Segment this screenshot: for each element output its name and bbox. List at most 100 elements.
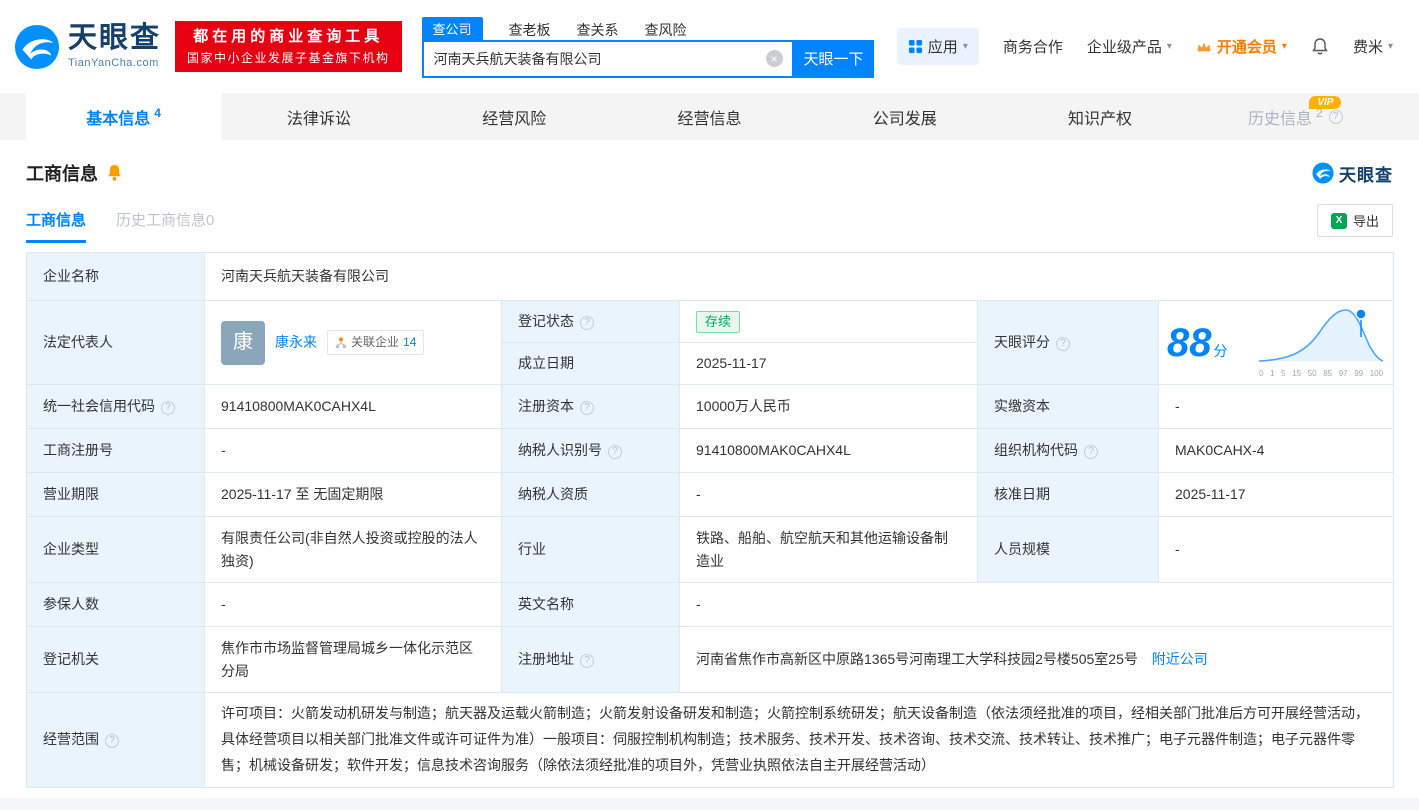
tab-operating-info[interactable]: 经营信息 bbox=[612, 93, 807, 140]
value-reg-authority: 焦作市市场监督管理局城乡一体化示范区分局 bbox=[204, 626, 502, 694]
score-chart: 015 15 50 85 97 99 100 bbox=[1257, 305, 1385, 380]
main-nav-tabs: 基本信息 4 法律诉讼 经营风险 经营信息 公司发展 知识产权 VIP 历史信息… bbox=[0, 93, 1419, 140]
label-business-term: 营业期限 bbox=[26, 472, 205, 518]
monitor-bell-icon[interactable] bbox=[106, 164, 123, 182]
search-tab-boss[interactable]: 查老板 bbox=[509, 20, 551, 40]
label-industry: 行业 bbox=[501, 516, 680, 584]
subtab-business-info[interactable]: 工商信息 bbox=[26, 209, 87, 243]
help-icon[interactable]: ? bbox=[580, 316, 594, 330]
value-est-date: 2025-11-17 bbox=[679, 342, 978, 386]
value-reg-status: 存续 bbox=[679, 299, 978, 344]
crown-icon bbox=[1197, 42, 1211, 51]
menu-open-vip[interactable]: 开通会员 ▾ bbox=[1196, 36, 1287, 57]
related-companies-badge[interactable]: 关联企业 14 bbox=[327, 329, 425, 356]
value-reg-capital: 10000万人民币 bbox=[679, 384, 978, 430]
logo-domain: TianYanCha.com bbox=[68, 57, 159, 69]
help-icon[interactable]: ? bbox=[608, 445, 622, 460]
search-box: × bbox=[421, 39, 794, 78]
excel-icon: X bbox=[1330, 212, 1347, 229]
label-staff-size: 人员规模 bbox=[977, 516, 1159, 584]
slogan-banner: 都在用的商业查询工具 国家中小企业发展子基金旗下机构 bbox=[175, 20, 402, 73]
score-pin-icon bbox=[1355, 308, 1367, 320]
value-staff-size: - bbox=[1157, 516, 1395, 584]
value-score: 88 分 015 15 50 85 97 99 100 bbox=[1157, 299, 1395, 386]
label-reg-address: 注册地址? bbox=[501, 626, 680, 694]
apps-menu-label: 应用 bbox=[927, 39, 958, 56]
menu-business-cooperation[interactable]: 商务合作 bbox=[1003, 36, 1063, 57]
header: 天眼查 TianYanCha.com 都在用的商业查询工具 国家中小企业发展子基… bbox=[0, 0, 1419, 93]
legal-rep-avatar[interactable]: 康 bbox=[221, 320, 265, 365]
help-icon[interactable]: ? bbox=[105, 734, 119, 749]
apps-menu[interactable]: 应用 ▾ bbox=[896, 28, 979, 65]
header-menu: 应用 ▾ 商务合作 企业级产品 ▾ 开通会员 ▾ 费米 ▾ bbox=[896, 28, 1393, 65]
section-header: 工商信息 天眼查 bbox=[0, 140, 1419, 186]
tianyancha-logo-icon bbox=[14, 24, 60, 69]
help-icon[interactable]: ? bbox=[1328, 109, 1343, 124]
label-reg-authority: 登记机关 bbox=[26, 626, 205, 694]
score-number: 88 分 bbox=[1167, 320, 1228, 365]
value-approval-date: 2025-11-17 bbox=[1157, 472, 1395, 518]
value-english-name: - bbox=[678, 582, 1395, 628]
label-reg-status: 登记状态? bbox=[501, 299, 680, 344]
user-menu[interactable]: 费米 ▾ bbox=[1353, 36, 1393, 57]
tab-count: 4 bbox=[154, 105, 161, 120]
help-icon[interactable]: ? bbox=[1056, 337, 1070, 352]
subtab-history-business-info[interactable]: 历史工商信息0 bbox=[116, 209, 214, 243]
sub-tabs: 工商信息 历史工商信息0 X 导出 bbox=[0, 186, 1419, 244]
label-reg-number: 工商注册号 bbox=[26, 428, 205, 474]
score-curve-chart bbox=[1259, 308, 1384, 362]
tianyancha-logo[interactable]: 天眼查 TianYanCha.com bbox=[14, 24, 161, 70]
search-button[interactable]: 天眼一下 bbox=[793, 39, 874, 78]
tab-history-info[interactable]: VIP 历史信息 2 ? bbox=[1198, 93, 1393, 140]
org-chart-icon bbox=[335, 337, 347, 348]
label-taxpayer-quality: 纳税人资质 bbox=[501, 472, 680, 518]
help-icon[interactable]: ? bbox=[1084, 445, 1098, 460]
value-org-code: MAK0CAHX-4 bbox=[1157, 428, 1395, 474]
label-business-scope: 经营范围? bbox=[26, 692, 205, 788]
vip-badge: VIP bbox=[1309, 96, 1342, 109]
value-taxpayer-quality: - bbox=[679, 472, 978, 518]
grid-icon bbox=[908, 39, 922, 54]
slogan-line1: 都在用的商业查询工具 bbox=[193, 27, 384, 45]
label-paid-capital: 实缴资本 bbox=[977, 384, 1159, 430]
notification-bell-icon[interactable] bbox=[1311, 37, 1329, 56]
score-axis: 015 15 50 85 97 99 100 bbox=[1259, 369, 1384, 378]
search-block: 查公司 查老板 查关系 查风险 × 天眼一下 bbox=[421, 16, 874, 78]
help-icon[interactable]: ? bbox=[161, 401, 175, 416]
help-icon[interactable]: ? bbox=[580, 401, 594, 416]
menu-enterprise-products[interactable]: 企业级产品 ▾ bbox=[1087, 36, 1172, 57]
label-est-date: 成立日期 bbox=[501, 342, 680, 386]
business-info-table: 企业名称 河南天兵航天装备有限公司 法定代表人 康 康永来 关联企业 14 登记… bbox=[26, 252, 1395, 788]
tab-company-development[interactable]: 公司发展 bbox=[807, 93, 1002, 140]
value-paid-capital: - bbox=[1157, 384, 1395, 430]
label-insured-count: 参保人数 bbox=[26, 582, 205, 628]
search-tab-relation[interactable]: 查关系 bbox=[577, 20, 619, 40]
search-tab-company[interactable]: 查公司 bbox=[421, 16, 483, 40]
export-button[interactable]: X 导出 bbox=[1316, 204, 1393, 237]
search-tabs: 查公司 查老板 查关系 查风险 bbox=[421, 16, 874, 40]
chevron-down-icon: ▾ bbox=[962, 41, 968, 52]
tab-intellectual-property[interactable]: 知识产权 bbox=[1002, 93, 1197, 140]
label-credit-code: 统一社会信用代码? bbox=[26, 384, 205, 430]
search-input[interactable] bbox=[423, 50, 766, 67]
help-icon[interactable]: ? bbox=[580, 654, 594, 669]
status-badge: 存续 bbox=[696, 311, 741, 333]
nearby-companies-link[interactable]: 附近公司 bbox=[1152, 651, 1208, 667]
clear-search-icon[interactable]: × bbox=[765, 50, 783, 67]
slogan-line2: 国家中小企业发展子基金旗下机构 bbox=[187, 50, 390, 65]
tab-operating-risk[interactable]: 经营风险 bbox=[417, 93, 612, 140]
value-reg-address: 河南省焦作市高新区中原路1365号河南理工大学科技园2号楼505室25号 附近公… bbox=[678, 626, 1395, 694]
tab-legal-proceedings[interactable]: 法律诉讼 bbox=[221, 93, 416, 140]
tab-basic-info[interactable]: 基本信息 4 bbox=[26, 93, 222, 140]
tianyancha-watermark: 天眼查 bbox=[1312, 161, 1393, 186]
label-company-type: 企业类型 bbox=[26, 516, 205, 584]
label-english-name: 英文名称 bbox=[501, 582, 680, 628]
watermark-brand: 天眼查 bbox=[1339, 165, 1393, 185]
label-approval-date: 核准日期 bbox=[977, 472, 1159, 518]
legal-rep-name-link[interactable]: 康永来 bbox=[275, 331, 317, 354]
label-legal-rep: 法定代表人 bbox=[26, 299, 205, 386]
search-tab-risk[interactable]: 查风险 bbox=[645, 20, 687, 40]
value-company-name: 河南天兵航天装备有限公司 bbox=[203, 252, 1395, 301]
related-count: 14 bbox=[403, 334, 417, 349]
tab-count: 2 bbox=[1315, 105, 1323, 120]
